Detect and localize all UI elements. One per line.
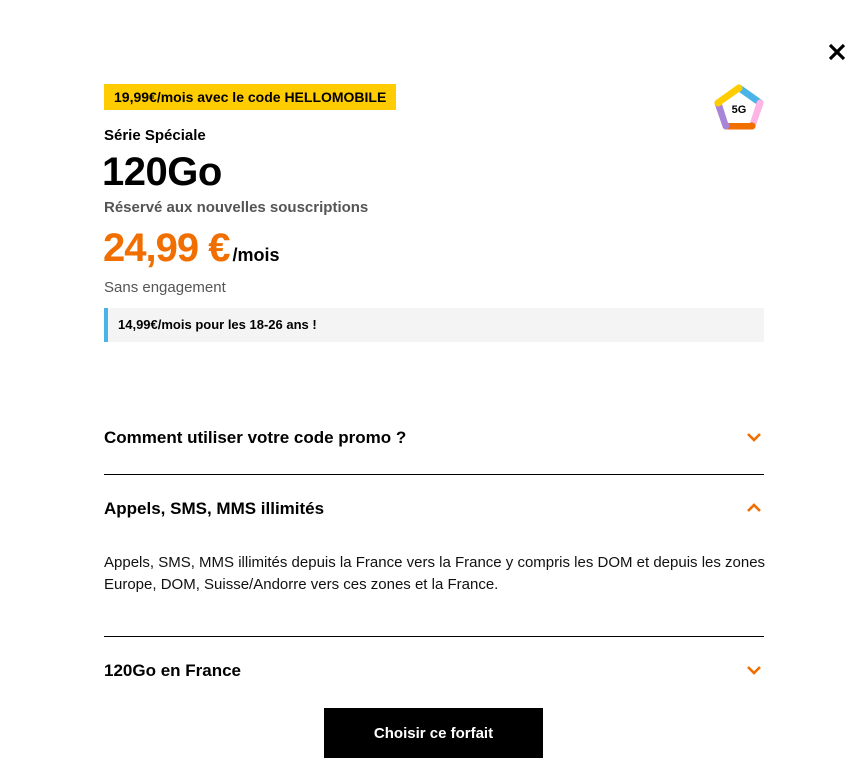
accordion-data-header[interactable]: 120Go en France (104, 657, 764, 687)
chevron-down-icon (747, 433, 761, 442)
commitment-text: Sans engagement (104, 279, 226, 296)
accordion-divider (104, 636, 764, 637)
plan-subtitle: Réservé aux nouvelles souscriptions (104, 199, 369, 216)
5g-badge: 5G (714, 84, 764, 132)
choose-plan-button[interactable]: Choisir ce forfait (324, 708, 543, 758)
price-row: 24,99 €/mois (103, 226, 279, 271)
accordion-promo-code-header[interactable]: Comment utiliser votre code promo ? (104, 424, 764, 454)
accordion-calls-body: Appels, SMS, MMS illimités depuis la Fra… (104, 554, 766, 593)
accordion-divider (104, 474, 764, 475)
chevron-down-icon (747, 666, 761, 675)
promo-code-badge: 19,99€/mois avec le code HELLOMOBILE (104, 84, 397, 110)
close-button[interactable] (826, 41, 848, 63)
series-label: Série Spéciale (104, 127, 206, 144)
price: 24,99 € (103, 226, 230, 270)
close-icon (828, 43, 846, 61)
accordion-title: 120Go en France (104, 661, 242, 680)
accordion-calls-header[interactable]: Appels, SMS, MMS illimités (104, 495, 764, 525)
plan-name: 120Go (102, 150, 222, 194)
youth-offer-banner: 14,99€/mois pour les 18-26 ans ! (104, 308, 764, 342)
accordion-title: Comment utiliser votre code promo ? (104, 428, 407, 447)
price-unit: /mois (232, 245, 280, 265)
accordion-title: Appels, SMS, MMS illimités (104, 499, 325, 518)
chevron-up-icon (747, 503, 761, 512)
5g-badge-label: 5G (732, 104, 747, 116)
